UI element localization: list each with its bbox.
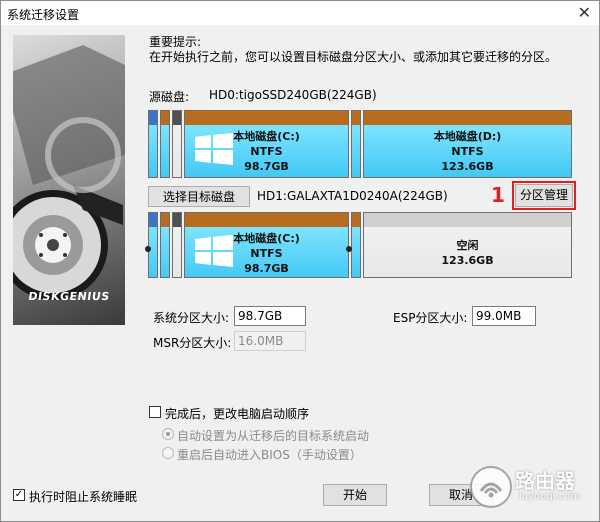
- source-small-partition[interactable]: [148, 110, 158, 178]
- source-small-partition[interactable]: [351, 110, 361, 178]
- source-disk-map: 本地磁盘(C:) NTFS 98.7GB 本地磁盘(D:) NTFS 123.6…: [148, 110, 572, 178]
- partition-size: 98.7GB: [244, 262, 289, 275]
- msr-partition-size-label: MSR分区大小:: [153, 336, 232, 350]
- watermark-url: luyouqi.com: [519, 491, 581, 502]
- partition-size: 123.6GB: [441, 160, 494, 173]
- restart-bios-label: 重启后自动进入BIOS（手动设置）: [177, 448, 362, 462]
- source-small-partition[interactable]: [172, 110, 182, 178]
- source-partition-d[interactable]: 本地磁盘(D:) NTFS 123.6GB: [363, 110, 572, 178]
- target-small-partition[interactable]: [172, 212, 182, 278]
- prevent-sleep-label: 执行时阻止系统睡眠: [29, 490, 138, 504]
- target-small-partition[interactable]: [148, 212, 158, 278]
- partition-name: 本地磁盘(D:): [433, 130, 502, 143]
- window-title: 系统迁移设置: [7, 8, 80, 22]
- step-marker: 1: [491, 183, 505, 207]
- esp-partition-size-input[interactable]: 99.0MB: [472, 306, 536, 326]
- auto-boot-radio: [162, 428, 174, 440]
- change-boot-order-checkbox[interactable]: [149, 406, 161, 418]
- partition-manage-button[interactable]: 分区管理: [515, 184, 573, 207]
- prevent-sleep-checkbox[interactable]: ✓: [13, 489, 25, 501]
- watermark: 路由器 luyouqi.com: [469, 463, 597, 511]
- brand-logo-text: DISKGENIUS: [27, 290, 111, 303]
- partition-fs: NTFS: [451, 145, 484, 158]
- change-boot-order-label: 完成后，更改电脑启动顺序: [165, 407, 310, 421]
- target-partition-c[interactable]: 本地磁盘(C:) NTFS 98.7GB: [184, 212, 349, 278]
- close-icon[interactable]: ✕: [578, 3, 591, 22]
- title-bar: 系统迁移设置 ✕: [1, 1, 599, 25]
- target-disk-name: HD1:GALAXTA1D0240A(224GB): [257, 189, 448, 203]
- free-space-label: 空闲: [456, 239, 479, 252]
- diskgenius-sidebar-image: DISKGENIUS: [13, 35, 125, 325]
- target-small-partition[interactable]: [160, 212, 170, 278]
- router-logo-icon: [470, 466, 512, 508]
- msr-partition-size-input: 16.0MB: [234, 331, 306, 351]
- target-free-space[interactable]: 空闲 123.6GB: [363, 212, 572, 278]
- auto-boot-label: 自动设置为从迁移后的目标系统启动: [177, 429, 370, 443]
- partition-name: 本地磁盘(C:): [233, 130, 300, 143]
- system-partition-size-label: 系统分区大小:: [153, 311, 230, 325]
- source-partition-c[interactable]: 本地磁盘(C:) NTFS 98.7GB: [184, 110, 349, 178]
- select-target-disk-button[interactable]: 选择目标磁盘: [148, 186, 250, 207]
- target-disk-map: 本地磁盘(C:) NTFS 98.7GB 空闲 123.6GB: [145, 212, 572, 278]
- partition-fs: NTFS: [250, 145, 283, 158]
- target-small-partition[interactable]: [351, 212, 361, 278]
- esp-partition-size-label: ESP分区大小:: [393, 311, 468, 325]
- partition-fs: NTFS: [250, 247, 283, 260]
- watermark-text: 路由器: [515, 469, 575, 493]
- source-small-partition[interactable]: [160, 110, 170, 178]
- notice-text: 在开始执行之前，您可以设置目标磁盘分区大小、或添加其它要迁移的分区。: [149, 50, 558, 64]
- source-disk-name: HD0:tigoSSD240GB(224GB): [209, 88, 377, 102]
- restart-bios-radio: [162, 447, 174, 459]
- resize-handle[interactable]: [145, 246, 151, 252]
- partition-name: 本地磁盘(C:): [233, 232, 300, 245]
- resize-handle[interactable]: [346, 246, 352, 252]
- start-button[interactable]: 开始: [323, 484, 387, 506]
- hard-drive-icon: [13, 45, 125, 300]
- migration-settings-window: 系统迁移设置 ✕ DISKGENIUS 重要提示: 在开始执行之前，您可以设置目…: [0, 0, 600, 522]
- free-space-size: 123.6GB: [441, 254, 494, 267]
- system-partition-size-input[interactable]: 98.7GB: [234, 306, 306, 326]
- partition-size: 98.7GB: [244, 160, 289, 173]
- source-disk-label: 源磁盘:: [149, 90, 190, 104]
